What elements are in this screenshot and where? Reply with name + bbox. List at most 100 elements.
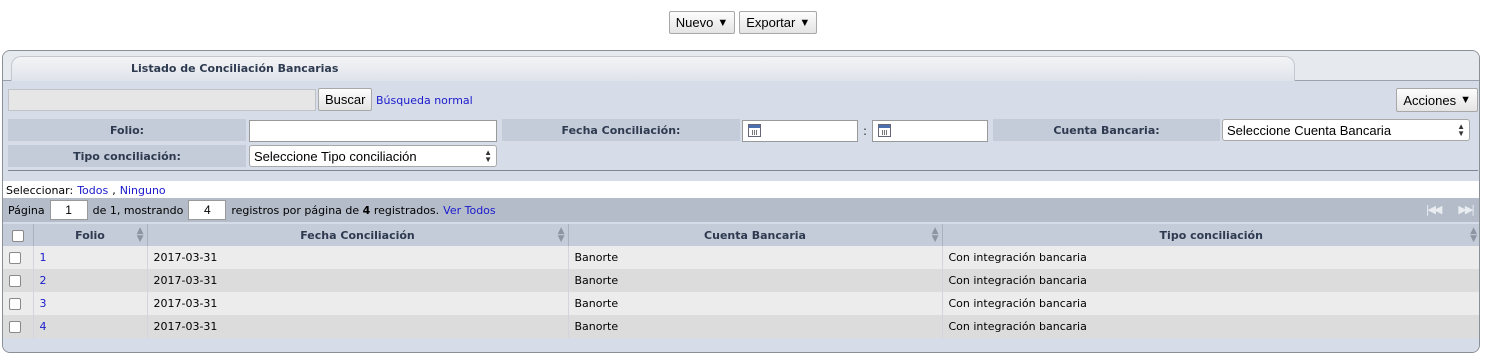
row-checkbox[interactable] [9, 275, 21, 287]
last-page-icon[interactable]: ▶▶| [1458, 203, 1475, 216]
nuevo-label: Nuevo [675, 15, 714, 30]
tipo-conciliacion-selected: Seleccione Tipo conciliación [254, 148, 417, 164]
select-arrows-icon: ▲ ▼ [1457, 122, 1465, 138]
calendar-icon[interactable] [748, 124, 761, 137]
panel-tab: Listado de Conciliación Bancarias [11, 56, 1295, 81]
select-none-link[interactable]: Ninguno [120, 184, 166, 197]
exportar-label: Exportar [746, 15, 796, 30]
table-row[interactable]: 1 2017-03-31 Banorte Con integración ban… [3, 246, 1479, 269]
row-checkbox[interactable] [9, 298, 21, 310]
pager-bar: Página de 1, mostrando registros por pág… [3, 198, 1479, 222]
tipo-cell: Con integración bancaria [942, 246, 1479, 269]
column-header-cuenta[interactable]: Cuenta Bancaria ▲ ▼ [568, 224, 943, 246]
fecha-desde-input[interactable] [742, 120, 858, 142]
fecha-hasta-input[interactable] [872, 120, 988, 142]
ver-todos-link[interactable]: Ver Todos [443, 204, 495, 217]
cuenta-cell: Banorte [568, 292, 943, 315]
panel-tabbar: Listado de Conciliación Bancarias [3, 51, 1479, 81]
sort-icon[interactable]: ▲ ▼ [932, 227, 939, 244]
tipo-cell: Con integración bancaria [942, 315, 1479, 338]
filter-row-2: Tipo conciliación: Seleccione Tipo conci… [8, 144, 1478, 170]
sort-icon[interactable]: ▲ ▼ [1470, 227, 1477, 244]
cuenta-cell: Banorte [568, 269, 943, 292]
search-input[interactable] [8, 89, 316, 111]
sort-icon[interactable]: ▲ ▼ [137, 227, 144, 244]
cuenta-bancaria-label: Cuenta Bancaria: [993, 119, 1220, 141]
date-separator: : [863, 124, 868, 138]
selection-row: Seleccionar: Todos, Ninguno [3, 181, 1479, 199]
caret-down-icon: ▼ [799, 16, 811, 29]
fecha-cell: 2017-03-31 [147, 315, 569, 338]
acciones-label: Acciones [1403, 92, 1457, 108]
page-of-text: de 1, mostrando [92, 203, 184, 217]
cuenta-bancaria-select[interactable]: Seleccione Cuenta Bancaria ▲ ▼ [1222, 119, 1470, 141]
row-checkbox[interactable] [9, 252, 21, 264]
selection-prefix: Seleccionar: [6, 183, 74, 197]
panel-footer [3, 340, 1479, 352]
page-number-input[interactable] [49, 200, 88, 220]
registered-suffix: registrados. [373, 203, 440, 217]
folio-cell: 3 [33, 292, 148, 315]
tipo-cell: Con integración bancaria [942, 292, 1479, 315]
tipo-conciliacion-label: Tipo conciliación: [8, 145, 246, 167]
page-label: Página [8, 203, 45, 217]
folio-label: Folio: [8, 119, 246, 141]
tipo-conciliacion-select[interactable]: Seleccione Tipo conciliación ▲ ▼ [249, 145, 497, 167]
column-header-folio[interactable]: Folio ▲ ▼ [33, 224, 148, 246]
filter-form: Folio: Fecha Conciliación: : Cuenta Banc… [8, 118, 1478, 171]
row-select-cell [3, 292, 34, 315]
column-label-fecha: Fecha Conciliación [300, 228, 415, 242]
filter-row-1: Folio: Fecha Conciliación: : Cuenta Banc… [8, 118, 1478, 144]
tipo-cell: Con integración bancaria [942, 269, 1479, 292]
sort-icon[interactable]: ▲ ▼ [558, 227, 565, 244]
caret-down-icon: ▼ [717, 16, 729, 29]
folio-link[interactable]: 3 [40, 297, 47, 310]
folio-input[interactable] [249, 120, 497, 142]
folio-link[interactable]: 4 [40, 320, 47, 333]
folio-cell: 4 [33, 315, 148, 338]
select-arrows-icon: ▲ ▼ [484, 148, 492, 164]
cuenta-cell: Banorte [568, 315, 943, 338]
fecha-cell: 2017-03-31 [147, 246, 569, 269]
results-table: Folio ▲ ▼ Fecha Conciliación ▲ ▼ Cuenta Ba… [3, 224, 1479, 338]
nuevo-button[interactable]: Nuevo ▼ [668, 11, 736, 34]
folio-cell: 2 [33, 269, 148, 292]
buscar-button[interactable]: Buscar [318, 88, 373, 111]
column-label-cuenta: Cuenta Bancaria [704, 228, 806, 242]
folio-link[interactable]: 1 [40, 251, 47, 264]
exportar-button[interactable]: Exportar ▼ [739, 11, 818, 34]
table-row[interactable]: 3 2017-03-31 Banorte Con integración ban… [3, 292, 1479, 315]
acciones-button[interactable]: Acciones ▼ [1396, 88, 1478, 112]
folio-link[interactable]: 2 [40, 274, 47, 287]
registered-prefix: registros por página de [231, 203, 360, 217]
table-row[interactable]: 2 2017-03-31 Banorte Con integración ban… [3, 269, 1479, 292]
cuenta-bancaria-selected: Seleccione Cuenta Bancaria [1227, 122, 1392, 138]
listing-panel: Listado de Conciliación Bancarias Buscar… [2, 50, 1480, 353]
select-all-checkbox[interactable] [11, 229, 24, 242]
column-label-tipo: Tipo conciliación [1159, 228, 1263, 242]
row-select-cell [3, 246, 34, 269]
row-select-cell [3, 315, 34, 338]
selection-comma: , [112, 183, 116, 197]
busqueda-normal-link[interactable]: Búsqueda normal [376, 94, 473, 107]
column-label-folio: Folio [75, 228, 105, 242]
fecha-cell: 2017-03-31 [147, 269, 569, 292]
pager-nav: |◀◀ ▶▶| [1426, 203, 1475, 216]
table-row[interactable]: 4 2017-03-31 Banorte Con integración ban… [3, 315, 1479, 338]
row-select-cell [3, 269, 34, 292]
select-all-link[interactable]: Todos [77, 184, 108, 197]
top-toolbar: Nuevo ▼ Exportar ▼ [0, 11, 1486, 34]
panel-title: Listado de Conciliación Bancarias [131, 62, 339, 75]
column-header-tipo[interactable]: Tipo conciliación ▲ ▼ [942, 224, 1479, 246]
first-page-icon[interactable]: |◀◀ [1426, 203, 1443, 216]
total-count: 4 [362, 203, 371, 217]
row-checkbox[interactable] [9, 321, 21, 333]
search-row: Buscar Búsqueda normal Acciones ▼ [8, 88, 1478, 112]
column-header-fecha[interactable]: Fecha Conciliación ▲ ▼ [147, 224, 569, 246]
cuenta-cell: Banorte [568, 246, 943, 269]
fecha-cell: 2017-03-31 [147, 292, 569, 315]
calendar-icon[interactable] [878, 124, 891, 137]
per-page-input[interactable] [188, 200, 227, 220]
fecha-conciliacion-label: Fecha Conciliación: [502, 119, 740, 141]
table-header-row: Folio ▲ ▼ Fecha Conciliación ▲ ▼ Cuenta Ba… [3, 224, 1479, 246]
